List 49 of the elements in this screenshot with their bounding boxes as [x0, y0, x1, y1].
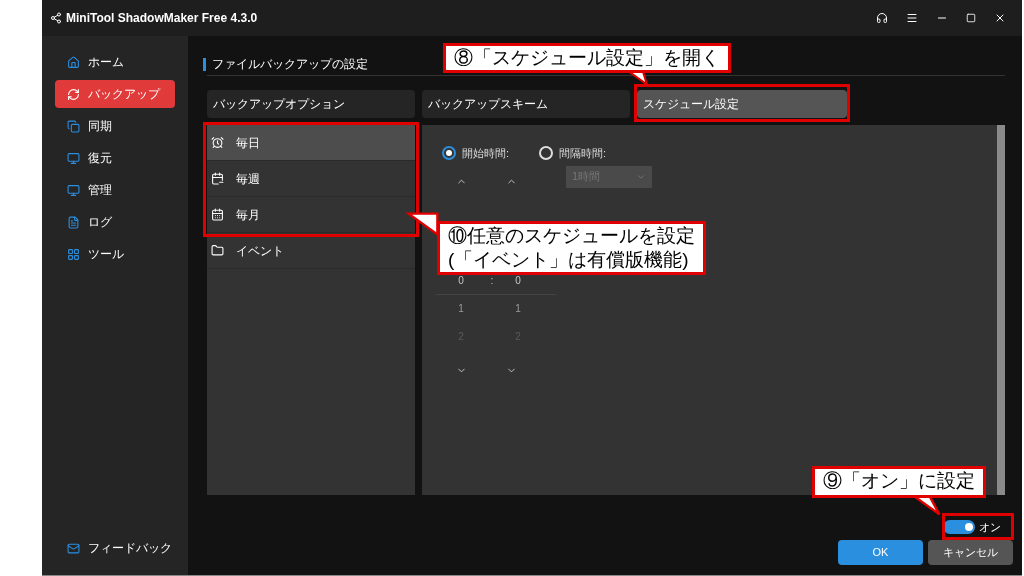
sidebar-item[interactable]: ツール: [55, 240, 175, 268]
menu-icon[interactable]: [906, 12, 918, 24]
radio-button[interactable]: [442, 146, 456, 161]
home-icon: [67, 55, 80, 69]
callout-text: (「イベント」は有償版機能): [448, 248, 690, 272]
grid-icon: [67, 247, 80, 261]
radio-label: 間隔時間:: [559, 146, 607, 161]
cancel-button[interactable]: キャンセル: [928, 539, 1013, 565]
maximize-icon[interactable]: [966, 13, 976, 23]
scrollbar[interactable]: [997, 125, 1005, 495]
sync-icon: [67, 87, 80, 101]
sidebar-item[interactable]: 復元: [55, 144, 175, 172]
calendar-icon: [211, 172, 224, 185]
sidebar-item[interactable]: 管理: [55, 176, 175, 204]
tab[interactable]: バックアップスキーム: [422, 90, 630, 118]
sidebar-item[interactable]: 同期: [55, 112, 175, 140]
callout-text: ⑨「オン」に設定: [823, 469, 975, 493]
schedule-type-item[interactable]: 毎日: [207, 125, 415, 161]
hour-value[interactable]: 1: [436, 301, 486, 316]
callout-text: ⑧「スケジュール設定」を開く: [454, 46, 720, 70]
alarm-clock-icon: [211, 136, 224, 149]
minute-value[interactable]: 1: [498, 301, 538, 316]
title-accent: [203, 58, 206, 71]
monitor-icon: [67, 151, 80, 165]
minute-value[interactable]: 0: [498, 272, 538, 288]
mail-icon: [67, 541, 80, 555]
monitor-icon: [67, 183, 80, 197]
sidebar-item[interactable]: ログ: [55, 208, 175, 236]
highlight-frame: [942, 513, 1014, 540]
support-icon[interactable]: [876, 12, 888, 24]
hour-value[interactable]: 0: [436, 272, 486, 288]
calendar-icon: [211, 208, 224, 221]
close-icon[interactable]: [994, 12, 1006, 24]
sidebar-item[interactable]: バックアップ: [55, 80, 175, 108]
sidebar-item[interactable]: ホーム: [55, 48, 175, 76]
time-separator: :: [489, 273, 495, 288]
callout-text: ⑩任意のスケジュールを設定: [448, 224, 695, 248]
page-title: ファイルバックアップの設定: [212, 58, 368, 71]
radio-label: 開始時間:: [462, 146, 510, 161]
toggle-switch[interactable]: [943, 520, 975, 535]
logo-icon: [50, 12, 62, 24]
tab[interactable]: スケジュール設定: [637, 90, 847, 118]
toggle-label: オン: [979, 520, 1001, 535]
document-icon: [67, 215, 80, 229]
tab[interactable]: バックアップオプション: [207, 90, 415, 118]
folder-icon: [211, 244, 224, 257]
feedback-link[interactable]: フィードバック: [88, 539, 172, 557]
window-title: MiniTool ShadowMaker Free 4.3.0: [66, 10, 258, 27]
copy-icon: [67, 119, 80, 133]
